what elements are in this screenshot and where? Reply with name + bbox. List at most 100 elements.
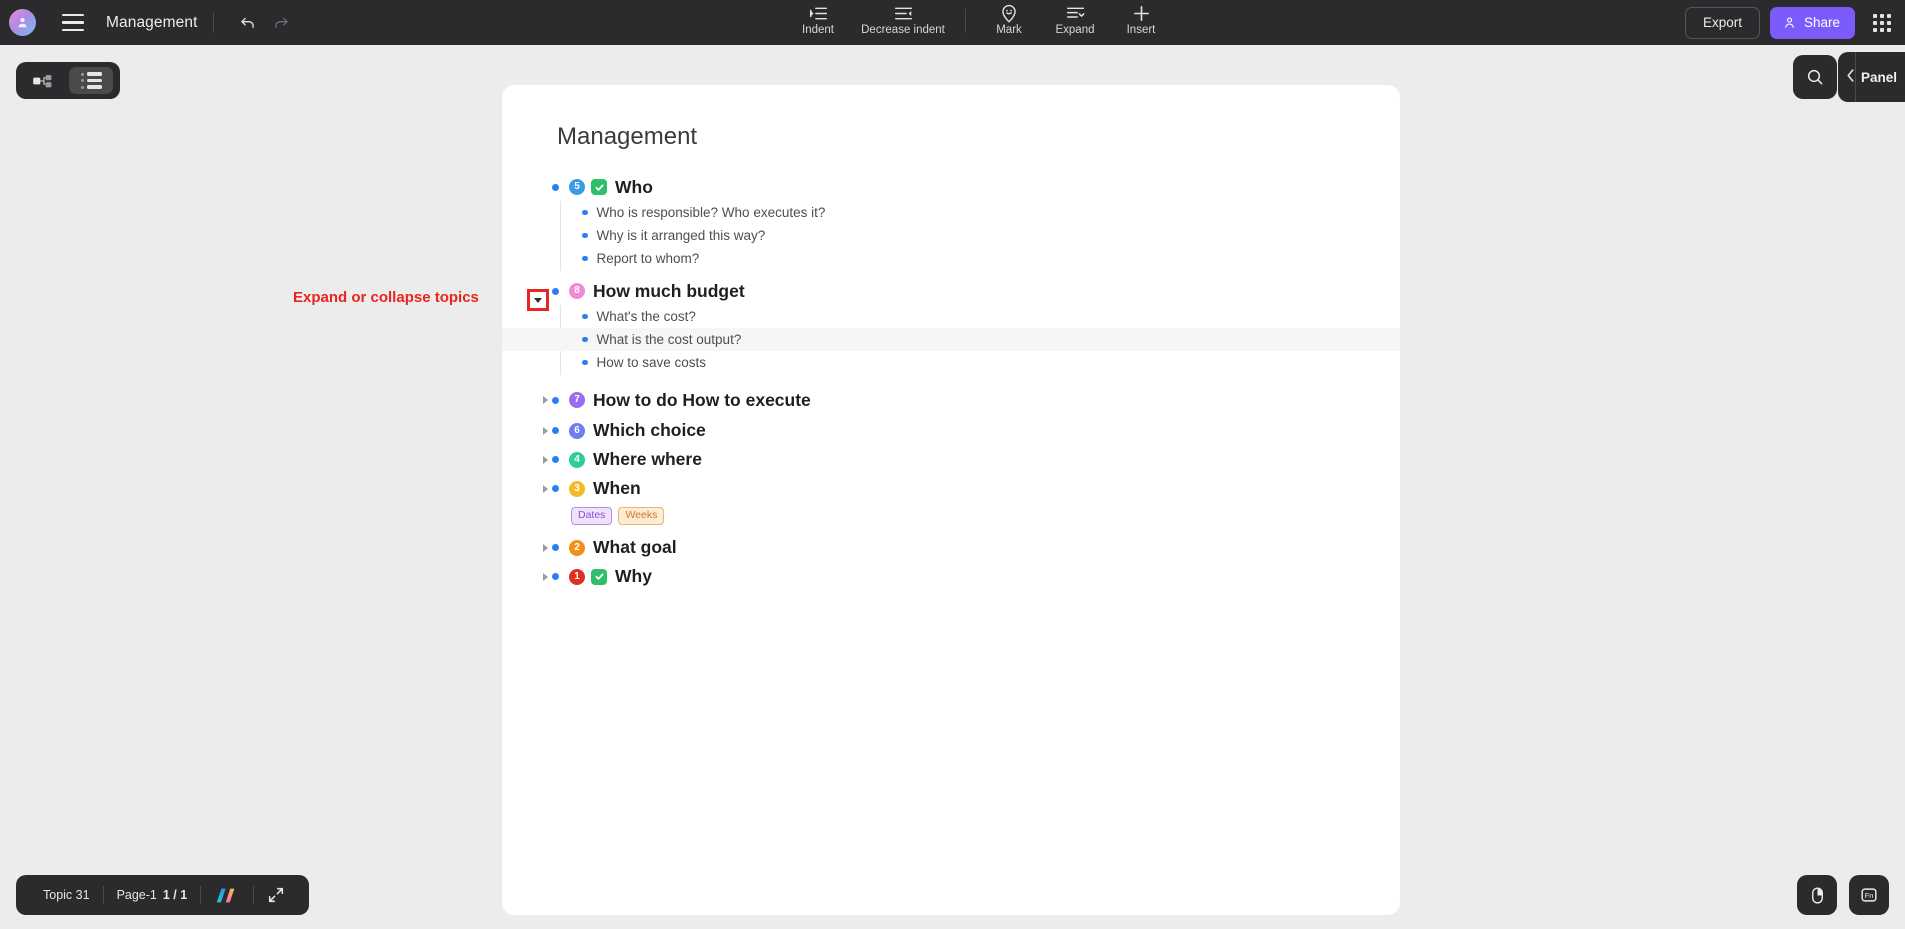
decrease-indent-icon [894,3,913,23]
hamburger-menu-icon[interactable] [56,6,90,40]
outline-row-where-where[interactable]: 4 Where where [502,445,1400,474]
outline-row-what-goal[interactable]: 2 What goal [502,533,1400,562]
fn-key-icon: Fn [1859,885,1879,905]
search-button[interactable] [1793,55,1837,99]
brand-logo-icon[interactable] [214,886,240,904]
svg-text:Fn: Fn [1865,891,1873,900]
plus-icon [1132,3,1151,23]
order-badge: 2 [569,539,585,556]
bullet-icon [552,396,559,404]
outline-subrow[interactable]: What's the cost? [502,305,1400,328]
indent-icon [809,3,828,23]
outline-title: When [593,478,641,498]
outline-subtitle: What's the cost? [596,309,696,324]
outline-subrow[interactable]: Why is it arranged this way? [502,224,1400,247]
expand-caret-icon[interactable] [538,453,552,467]
order-badge: 5 [569,179,585,195]
order-badge: 6 [569,422,585,439]
divider [1855,52,1856,102]
outline-row-why[interactable]: 1 Why [502,562,1400,591]
bullet-icon [582,209,588,216]
status-bar: Topic 31 Page-1 1 / 1 [16,875,310,915]
outline-subrow-selected[interactable]: What is the cost output? [502,328,1400,351]
redo-arrow-icon[interactable] [264,6,298,40]
decrease-indent-button[interactable]: Decrease indent [851,0,955,45]
expand-caret-icon[interactable] [538,570,552,584]
outline-title: How much budget [593,280,745,301]
outline-title: How to do How to execute [593,389,811,410]
share-button[interactable]: Share [1769,6,1855,39]
mouse-settings-button[interactable] [1797,875,1837,915]
indent-label: Indent [802,24,834,36]
expand-caret-icon[interactable] [538,541,552,555]
triangle-down-glyph [534,297,542,303]
bullet-icon [582,359,588,366]
mark-button[interactable]: Mark [976,0,1042,45]
checkbox-icon[interactable] [591,179,607,195]
tag-weeks[interactable]: Weeks [618,506,665,526]
annotation-label: Expand or collapse topics [293,289,479,306]
outline-subtitle: Why is it arranged this way? [596,228,766,243]
bullet-icon [582,313,588,320]
outline-view-button[interactable] [69,67,113,94]
bullet-icon [552,427,559,434]
outline-row-when[interactable]: 3 When [502,474,1400,503]
user-avatar-icon[interactable] [9,9,36,36]
order-badge: 8 [569,283,585,299]
outline-row-which-choice[interactable]: 6 Which choice [502,416,1400,445]
bullet-icon [582,232,588,239]
divider [965,9,966,33]
bullet-icon [582,255,588,262]
expand-caret-icon[interactable] [538,424,552,438]
outline-title: Who [615,176,653,197]
undo-arrow-icon[interactable] [230,6,264,40]
formatting-tools: Indent Decrease indent Mark Expand Inser… [785,0,1174,45]
expand-button[interactable]: Expand [1042,0,1108,45]
outline-subrow[interactable]: Report to whom? [502,247,1400,270]
outline-subtitle: How to save costs [596,355,707,370]
topic-count: Topic 31 [43,888,90,902]
outline-row-who[interactable]: 5 Who [502,173,1400,201]
order-badge: 4 [569,451,585,468]
outline-icon [80,72,102,89]
side-panel-label: Panel [1860,69,1897,85]
order-badge: 7 [569,392,585,408]
fullscreen-icon[interactable] [254,886,295,904]
page-label[interactable]: Page-1 [104,888,163,902]
bullet-icon [552,183,559,191]
outline-subtitle: What is the cost output? [596,332,742,347]
indent-button[interactable]: Indent [785,0,851,45]
topbar-actions: Export Share [1684,0,1905,45]
insert-button[interactable]: Insert [1108,0,1174,45]
outline-title: What goal [593,537,677,557]
fn-shortcuts-button[interactable]: Fn [1849,875,1889,915]
order-badge: 1 [569,568,585,585]
mindmap-view-button[interactable] [21,67,65,94]
side-panel-tab[interactable]: Panel [1837,52,1905,102]
tag-dates[interactable]: Dates [571,506,613,526]
checkbox-icon[interactable] [591,568,607,585]
expand-caret-icon[interactable] [538,393,552,407]
outline-subtitle: Report to whom? [596,251,700,266]
expand-caret-icon[interactable] [538,482,552,496]
page-title: Management [557,123,698,150]
mark-pin-icon [1000,3,1018,23]
outline-title: Where where [593,449,702,469]
chevron-left-icon[interactable] [1846,68,1855,86]
expand-list-icon [1066,3,1085,23]
view-mode-toggle [16,62,120,99]
mark-label: Mark [996,24,1022,36]
search-icon [1805,67,1825,87]
outline-row-how-much-budget[interactable]: 8 How much budget [502,277,1400,305]
apps-grid-icon[interactable] [1867,8,1897,38]
order-badge: 3 [569,480,585,497]
export-button[interactable]: Export [1684,6,1760,39]
collapse-triangle-icon[interactable] [527,289,549,311]
outline-row-how-to-do[interactable]: 7 How to do How to execute [502,384,1400,416]
bottom-right-actions: Fn [1797,875,1889,915]
divider [200,886,202,904]
outline-subrow[interactable]: Who is responsible? Who executes it? [502,201,1400,224]
outline-title: Which choice [593,420,706,440]
bullet-icon [552,573,559,580]
outline-subrow[interactable]: How to save costs [502,351,1400,374]
